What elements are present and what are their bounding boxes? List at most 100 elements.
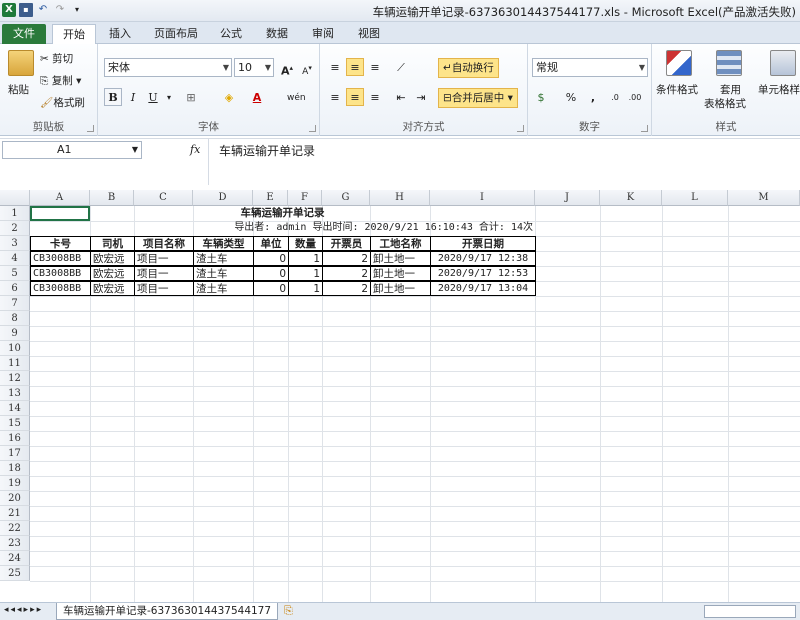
row-header-2[interactable]: 2 xyxy=(0,221,30,236)
table-cell[interactable]: 0 xyxy=(253,251,289,266)
undo-icon[interactable]: ↶ xyxy=(36,3,50,17)
row-header-14[interactable]: 14 xyxy=(0,401,30,416)
row-header-13[interactable]: 13 xyxy=(0,386,30,401)
font-size-combo[interactable]: 10 ▼ xyxy=(234,58,274,77)
tab-review[interactable]: 审阅 xyxy=(306,24,340,44)
comma-button[interactable]: , xyxy=(584,88,602,106)
cell-style-icon[interactable] xyxy=(770,50,796,76)
currency-icon[interactable]: $ xyxy=(532,88,550,106)
cut-button[interactable]: ✂ 剪切 xyxy=(40,51,73,67)
row-header-6[interactable]: 6 xyxy=(0,281,30,296)
tab-formulas[interactable]: 公式 xyxy=(214,24,248,44)
column-header-m[interactable]: M xyxy=(728,190,800,206)
table-cell[interactable]: 卸土地一 xyxy=(370,281,431,296)
row-header-10[interactable]: 10 xyxy=(0,341,30,356)
clipboard-launcher-icon[interactable] xyxy=(87,125,94,132)
insert-function-button[interactable]: fx xyxy=(190,141,206,159)
table-cell[interactable]: 卸土地一 xyxy=(370,266,431,281)
table-format-icon[interactable] xyxy=(716,50,742,76)
table-header-cell[interactable]: 卡号 xyxy=(30,236,91,251)
row-header-18[interactable]: 18 xyxy=(0,461,30,476)
align-top-icon[interactable]: ≡ xyxy=(326,58,344,76)
table-header-cell[interactable]: 开票日期 xyxy=(430,236,536,251)
merge-center-button[interactable]: ⊟合并后居中 ▾ xyxy=(438,88,518,108)
table-cell[interactable]: 欧宏远 xyxy=(90,266,135,281)
table-cell[interactable]: CB3008BB xyxy=(30,281,91,296)
conditional-format-icon[interactable] xyxy=(666,50,692,76)
row-header-1[interactable]: 1 xyxy=(0,206,30,221)
row-header-23[interactable]: 23 xyxy=(0,536,30,551)
tab-view[interactable]: 视图 xyxy=(352,24,386,44)
table-cell[interactable]: 1 xyxy=(288,266,323,281)
table-cell[interactable]: 项目一 xyxy=(134,251,194,266)
bold-button[interactable]: B xyxy=(104,88,122,106)
worksheet-grid[interactable]: ABCDEFGHIJKLM 1 2 3 4 5 6 7 8 9 10 11 12 13 14 15 16 17 1… xyxy=(0,190,800,602)
tab-data[interactable]: 数据 xyxy=(260,24,294,44)
align-center-icon[interactable]: ≡ xyxy=(346,88,364,106)
row-header-15[interactable]: 15 xyxy=(0,416,30,431)
table-cell[interactable]: 卸土地一 xyxy=(370,251,431,266)
format-painter-button[interactable]: 🖌格式刷 xyxy=(40,95,85,111)
table-header-cell[interactable]: 司机 xyxy=(90,236,135,251)
align-middle-icon[interactable]: ≡ xyxy=(346,58,364,76)
row-header-4[interactable]: 4 xyxy=(0,251,30,266)
font-name-combo[interactable]: 宋体 ▼ xyxy=(104,58,232,77)
column-header-a[interactable]: A xyxy=(30,190,90,206)
table-cell[interactable]: 欧宏远 xyxy=(90,281,135,296)
column-header-k[interactable]: K xyxy=(600,190,662,206)
row-header-3[interactable]: 3 xyxy=(0,236,30,251)
save-icon[interactable]: ▪ xyxy=(19,3,33,17)
percent-button[interactable]: % xyxy=(562,88,580,106)
tab-file[interactable]: 文件 xyxy=(2,24,46,44)
row-header-22[interactable]: 22 xyxy=(0,521,30,536)
fill-color-icon[interactable]: ◈ xyxy=(220,88,238,106)
horizontal-scrollbar[interactable] xyxy=(704,605,796,618)
row-header-17[interactable]: 17 xyxy=(0,446,30,461)
row-header-7[interactable]: 7 xyxy=(0,296,30,311)
customize-icon[interactable]: ▾ xyxy=(70,3,84,17)
table-cell[interactable]: 2020/9/17 12:38 xyxy=(430,251,536,266)
chevron-down-icon[interactable]: ▾ xyxy=(160,88,178,106)
sheet-subtitle[interactable]: 导出者: admin 导出时间: 2020/9/21 16:10:43 合计: … xyxy=(30,221,535,236)
increase-indent-icon[interactable]: ⇥ xyxy=(412,88,430,106)
table-cell[interactable]: CB3008BB xyxy=(30,251,91,266)
italic-button[interactable]: I xyxy=(124,88,142,106)
row-header-25[interactable]: 25 xyxy=(0,566,30,581)
column-header-d[interactable]: D xyxy=(193,190,253,206)
row-header-11[interactable]: 11 xyxy=(0,356,30,371)
column-header-g[interactable]: G xyxy=(322,190,370,206)
conditional-format-button[interactable]: 条件格式 xyxy=(656,82,698,98)
grow-font-icon[interactable]: A▴ xyxy=(278,58,296,78)
table-cell[interactable]: 2020/9/17 13:04 xyxy=(430,281,536,296)
tab-home[interactable]: 开始 xyxy=(52,24,96,44)
cell-style-button[interactable]: 单元格样 xyxy=(758,82,800,98)
column-header-j[interactable]: J xyxy=(535,190,600,206)
paste-button[interactable]: 粘贴 xyxy=(8,82,29,98)
table-cell[interactable]: 欧宏远 xyxy=(90,251,135,266)
select-all-corner[interactable] xyxy=(0,190,30,206)
column-header-f[interactable]: F xyxy=(288,190,322,206)
excel-icon[interactable]: X xyxy=(2,3,16,17)
wrap-text-button[interactable]: ↵自动换行 xyxy=(438,58,499,78)
paste-icon[interactable] xyxy=(8,50,34,76)
row-header-20[interactable]: 20 xyxy=(0,491,30,506)
decrease-decimal-icon[interactable]: .00 xyxy=(626,88,644,106)
table-cell[interactable]: 2 xyxy=(322,281,371,296)
sheet-tab[interactable]: 车辆运输开单记录-637363014437544177 xyxy=(56,603,279,620)
increase-decimal-icon[interactable]: .0 xyxy=(606,88,624,106)
table-cell[interactable]: 渣土车 xyxy=(193,251,254,266)
align-left-icon[interactable]: ≡ xyxy=(326,88,344,106)
alignment-launcher-icon[interactable] xyxy=(517,125,524,132)
table-cell[interactable]: 2 xyxy=(322,251,371,266)
table-cell[interactable]: 项目一 xyxy=(134,266,194,281)
shrink-font-icon[interactable]: A▾ xyxy=(298,58,316,77)
row-header-24[interactable]: 24 xyxy=(0,551,30,566)
column-header-e[interactable]: E xyxy=(253,190,288,206)
sheet-title[interactable]: 车辆运输开单记录 xyxy=(30,206,535,221)
table-header-cell[interactable]: 工地名称 xyxy=(370,236,431,251)
row-header-16[interactable]: 16 xyxy=(0,431,30,446)
table-cell[interactable]: 2 xyxy=(322,266,371,281)
table-cell[interactable]: 2020/9/17 12:53 xyxy=(430,266,536,281)
orientation-icon[interactable]: ⟋ xyxy=(392,58,410,76)
row-header-5[interactable]: 5 xyxy=(0,266,30,281)
